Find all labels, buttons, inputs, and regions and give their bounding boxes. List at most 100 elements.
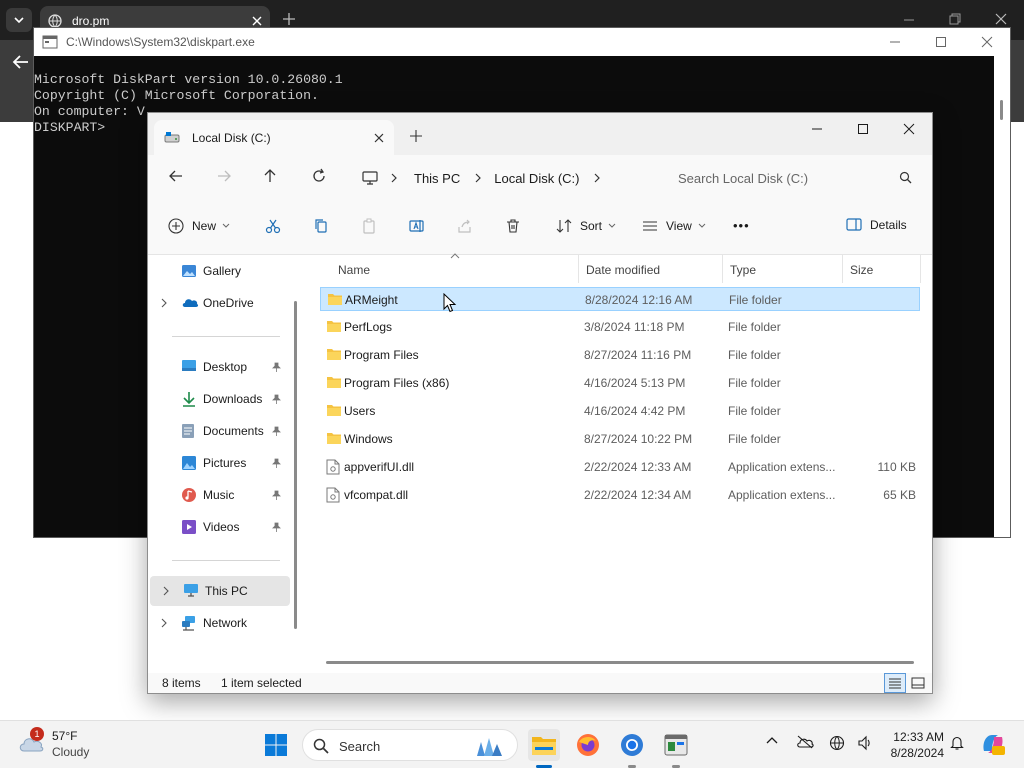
sidebar-item-downloads[interactable]: Downloads bbox=[148, 384, 288, 414]
file-row-users[interactable]: Users 4/16/2024 4:42 PM File folder bbox=[320, 399, 920, 423]
sort-button[interactable]: Sort bbox=[556, 218, 616, 234]
forward-arrow-icon[interactable] bbox=[216, 168, 232, 184]
search-input[interactable]: Search Local Disk (C:) bbox=[664, 163, 922, 193]
back-arrow-icon[interactable] bbox=[12, 54, 30, 70]
close-tab-icon[interactable] bbox=[374, 133, 384, 143]
pin-icon[interactable] bbox=[272, 458, 281, 468]
sidebar-item-pictures[interactable]: Pictures bbox=[148, 448, 288, 478]
console-maximize-icon[interactable] bbox=[918, 28, 964, 56]
column-header-name[interactable]: Name bbox=[338, 263, 370, 277]
sidebar-item-documents[interactable]: Documents bbox=[148, 416, 288, 446]
up-arrow-icon[interactable] bbox=[262, 168, 278, 184]
system-clock[interactable]: 12:33 AM 8/28/2024 bbox=[878, 729, 944, 761]
close-tab-icon[interactable] bbox=[252, 16, 262, 26]
details-view-icon[interactable] bbox=[884, 673, 906, 693]
sidebar-item-network[interactable]: Network bbox=[148, 608, 288, 638]
start-windows-icon[interactable] bbox=[260, 729, 292, 761]
file-row-armeight[interactable]: ARMeight 8/28/2024 12:16 AM File folder bbox=[320, 287, 920, 311]
column-header-type[interactable]: Type bbox=[730, 263, 756, 277]
pin-icon[interactable] bbox=[272, 522, 281, 532]
file-date: 8/27/2024 11:16 PM bbox=[584, 348, 692, 362]
sidebar-scrollbar[interactable] bbox=[294, 301, 297, 629]
firefox-icon[interactable] bbox=[572, 729, 604, 761]
column-header-size[interactable]: Size bbox=[850, 263, 873, 277]
copilot-icon[interactable] bbox=[980, 731, 1006, 757]
file-explorer-taskbar-icon[interactable] bbox=[528, 729, 560, 761]
minimize-icon[interactable] bbox=[794, 113, 840, 145]
column-divider[interactable] bbox=[722, 255, 723, 283]
console-titlebar[interactable]: C:\Windows\System32\diskpart.exe bbox=[34, 28, 1010, 56]
rename-icon[interactable] bbox=[409, 218, 425, 234]
sidebar-item-videos[interactable]: Videos bbox=[148, 512, 288, 542]
sidebar-item-onedrive[interactable]: OneDrive bbox=[148, 288, 288, 318]
file-size: 110 KB bbox=[877, 460, 916, 474]
console-scroll-thumb[interactable] bbox=[1000, 100, 1003, 120]
chevron-right-icon[interactable] bbox=[162, 586, 170, 596]
explorer-tab[interactable]: Local Disk (C:) bbox=[154, 120, 394, 155]
address-bar[interactable]: This PC Local Disk (C:) bbox=[356, 163, 658, 193]
file-row-program-files-x86[interactable]: Program Files (x86) 4/16/2024 5:13 PM Fi… bbox=[320, 371, 920, 395]
file-name: appverifUI.dll bbox=[344, 460, 415, 474]
terminal-icon[interactable] bbox=[660, 729, 692, 761]
console-minimize-icon[interactable] bbox=[872, 28, 918, 56]
pin-icon[interactable] bbox=[272, 490, 281, 500]
console-close-icon[interactable] bbox=[964, 28, 1010, 56]
column-divider[interactable] bbox=[920, 255, 921, 283]
item-count: 8 items bbox=[162, 676, 201, 690]
more-options-button[interactable]: ••• bbox=[733, 218, 750, 233]
chevron-right-icon[interactable] bbox=[160, 618, 168, 628]
file-row-vfcompat-dll[interactable]: vfcompat.dll 2/22/2024 12:34 AM Applicat… bbox=[320, 483, 920, 507]
back-arrow-icon[interactable] bbox=[168, 168, 184, 184]
file-explorer-window[interactable]: Local Disk (C:) This PC Local Disk (C:) … bbox=[147, 112, 933, 694]
cut-icon[interactable] bbox=[265, 218, 281, 234]
notification-bell-icon[interactable] bbox=[949, 735, 965, 751]
globe-network-icon[interactable] bbox=[829, 735, 845, 751]
column-divider[interactable] bbox=[842, 255, 843, 283]
view-list-icon bbox=[642, 218, 658, 234]
sidebar-divider bbox=[172, 560, 280, 561]
new-tab-icon[interactable] bbox=[282, 12, 296, 26]
breadcrumb-this-pc[interactable]: This PC bbox=[414, 171, 460, 186]
horizontal-scrollbar[interactable] bbox=[326, 661, 914, 664]
new-tab-icon[interactable] bbox=[410, 130, 422, 142]
copy-icon[interactable] bbox=[313, 218, 329, 234]
share-icon[interactable] bbox=[457, 218, 473, 234]
file-row-appverifui-dll[interactable]: appverifUI.dll 2/22/2024 12:33 AM Applic… bbox=[320, 455, 920, 479]
details-button[interactable]: Details bbox=[846, 218, 907, 232]
sidebar-item-gallery[interactable]: Gallery bbox=[148, 256, 288, 286]
console-scrollbar[interactable] bbox=[994, 56, 1010, 537]
maximize-icon[interactable] bbox=[840, 113, 886, 145]
column-divider[interactable] bbox=[578, 255, 579, 283]
sidebar-item-desktop[interactable]: Desktop bbox=[148, 352, 288, 382]
browser-close-icon[interactable] bbox=[994, 12, 1008, 26]
pin-icon[interactable] bbox=[272, 362, 281, 372]
new-button[interactable]: New bbox=[168, 218, 230, 234]
view-button[interactable]: View bbox=[642, 218, 706, 234]
file-row-windows[interactable]: Windows 8/27/2024 10:22 PM File folder bbox=[320, 427, 920, 451]
breadcrumb-local-disk[interactable]: Local Disk (C:) bbox=[494, 171, 579, 186]
close-icon[interactable] bbox=[886, 113, 932, 145]
chevron-up-icon[interactable] bbox=[766, 735, 778, 747]
taskbar-search[interactable]: Search bbox=[302, 729, 518, 761]
chevron-right-icon[interactable] bbox=[160, 298, 168, 308]
pin-icon[interactable] bbox=[272, 394, 281, 404]
column-header-date[interactable]: Date modified bbox=[586, 263, 660, 277]
refresh-icon[interactable] bbox=[311, 168, 327, 184]
browser-restore-icon[interactable] bbox=[948, 12, 962, 26]
sidebar-item-music[interactable]: Music bbox=[148, 480, 288, 510]
speaker-icon[interactable] bbox=[857, 735, 873, 751]
tiles-view-icon[interactable] bbox=[908, 674, 928, 692]
paste-icon[interactable] bbox=[361, 218, 377, 234]
tab-search-button[interactable] bbox=[6, 8, 32, 32]
sidebar-item-this-pc[interactable]: This PC bbox=[150, 576, 290, 606]
search-icon bbox=[899, 171, 912, 184]
chrome-icon[interactable] bbox=[616, 729, 648, 761]
weather-widget[interactable]: 1 57°F Cloudy bbox=[14, 727, 124, 763]
file-row-perflogs[interactable]: PerfLogs 3/8/2024 11:18 PM File folder bbox=[320, 315, 920, 339]
delete-icon[interactable] bbox=[505, 218, 521, 234]
browser-minimize-icon[interactable] bbox=[902, 12, 916, 26]
search-icon bbox=[313, 738, 329, 754]
onedrive-offline-icon[interactable] bbox=[796, 735, 814, 749]
pin-icon[interactable] bbox=[272, 426, 281, 436]
file-row-program-files[interactable]: Program Files 8/27/2024 11:16 PM File fo… bbox=[320, 343, 920, 367]
